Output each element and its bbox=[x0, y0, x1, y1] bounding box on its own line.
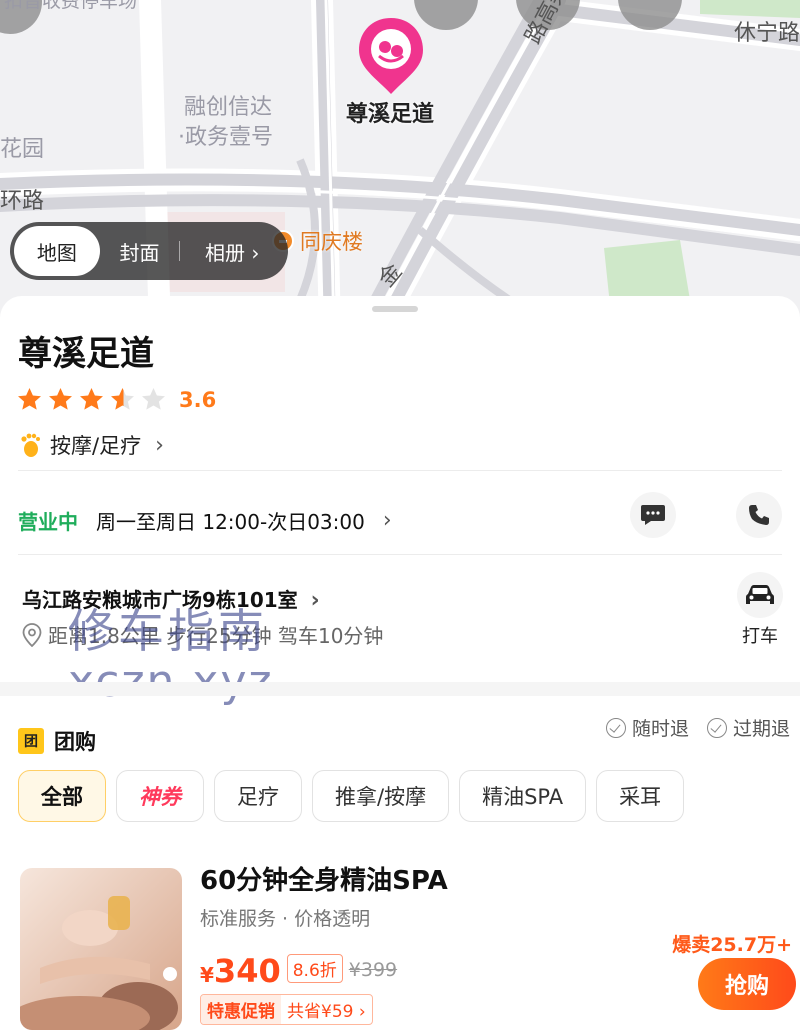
guarantee-label: 过期退 bbox=[732, 718, 790, 740]
location-icon bbox=[22, 622, 42, 647]
deal-image[interactable] bbox=[20, 868, 182, 1030]
guarantee-expired-refund: 过期退 bbox=[706, 714, 790, 741]
group-buy-title: 团购 bbox=[54, 730, 96, 754]
chip-foot-therapy[interactable]: 足疗 bbox=[214, 770, 302, 822]
deal-title[interactable]: 60分钟全身精油SPA bbox=[200, 860, 448, 897]
chevron-right-icon: › bbox=[155, 432, 164, 458]
star-full-icon bbox=[18, 388, 41, 410]
phone-button[interactable] bbox=[736, 492, 782, 538]
refund-guarantees: 随时退 过期退 bbox=[605, 714, 790, 741]
map-label-parking: 扣音收费停车场 bbox=[4, 0, 138, 12]
rating-row: 3.6 bbox=[16, 386, 216, 413]
foot-icon bbox=[21, 433, 40, 457]
rating-score: 3.6 bbox=[179, 387, 217, 412]
shop-address[interactable]: 乌江路安粮城市广场9栋101室 › bbox=[22, 584, 320, 613]
open-status: 营业中 bbox=[18, 510, 78, 534]
check-circle-icon bbox=[706, 717, 727, 738]
star-empty-icon bbox=[142, 388, 165, 410]
map-view-toggle: 地图 封面 相册 › bbox=[10, 222, 288, 280]
taxi-button[interactable]: 打车 bbox=[732, 572, 788, 648]
promo-savings: 共省¥59 › bbox=[287, 1002, 366, 1022]
toggle-map[interactable]: 地图 bbox=[14, 226, 100, 276]
map-label-ring-road: 环路 bbox=[0, 189, 45, 214]
chip-ear-cleaning[interactable]: 采耳 bbox=[596, 770, 685, 822]
shop-location-pin-icon[interactable] bbox=[356, 16, 426, 96]
distance-text: 距离1.8公里 步行25分钟 驾车10分钟 bbox=[48, 624, 384, 648]
chevron-right-icon: › bbox=[382, 508, 392, 533]
opening-hours: 周一至周日 12:00-次日03:00 bbox=[96, 510, 365, 534]
check-circle-icon bbox=[605, 717, 626, 738]
category-label: 按摩/足疗 bbox=[50, 434, 142, 458]
price-value: 340 bbox=[213, 952, 281, 990]
chat-icon bbox=[641, 505, 665, 525]
phone-icon bbox=[749, 505, 769, 525]
car-icon bbox=[746, 585, 774, 604]
promo-tag[interactable]: 特惠促销 共省¥59 › bbox=[200, 994, 373, 1025]
drag-handle[interactable] bbox=[372, 306, 418, 312]
chip-oil-spa[interactable]: 精油SPA bbox=[459, 770, 587, 822]
original-price: ¥399 bbox=[348, 959, 398, 981]
toggle-album[interactable]: 相册 › bbox=[180, 226, 284, 276]
deal-subtitle: 标准服务 · 价格透明 bbox=[200, 908, 371, 930]
business-hours-row[interactable]: 营业中 周一至周日 12:00-次日03:00 › bbox=[18, 506, 392, 535]
star-half-icon bbox=[111, 388, 134, 410]
deal-price: ¥340 bbox=[200, 952, 281, 990]
address-text: 乌江路安粮城市广场9栋101室 bbox=[22, 588, 298, 612]
shop-info-card: 尊溪足道 3.6 按摩/足疗 › 营业中 周一至周日 12:00-次日03:00… bbox=[0, 296, 800, 1036]
deal-filter-chips: 全部 神券 足疗 推拿/按摩 精油SPA 采耳 bbox=[18, 770, 685, 822]
map-view[interactable]: 扣音收费停车场 休宁路 路高架 融创信达 ·政务壹号 花园 环路 金 尊溪足道 … bbox=[0, 0, 800, 330]
buy-button[interactable]: 抢购 bbox=[698, 958, 796, 1010]
spa-photo bbox=[20, 868, 182, 1030]
group-buy-badge: 团 bbox=[18, 728, 44, 754]
group-buy-header: 团 团购 bbox=[18, 726, 96, 756]
map-label-xiuning-road: 休宁路 bbox=[734, 21, 800, 46]
message-button[interactable] bbox=[630, 492, 676, 538]
divider bbox=[18, 554, 782, 555]
price-row: ¥340 8.6折 ¥399 bbox=[200, 952, 397, 990]
category-link[interactable]: 按摩/足疗 › bbox=[18, 430, 164, 460]
toggle-cover[interactable]: 封面 bbox=[100, 226, 180, 276]
distance-info: 距离1.8公里 步行25分钟 驾车10分钟 bbox=[22, 620, 383, 649]
star-full-icon bbox=[80, 388, 103, 410]
guarantee-label: 随时退 bbox=[631, 718, 689, 740]
chip-massage[interactable]: 推拿/按摩 bbox=[312, 770, 450, 822]
pin-shop-name: 尊溪足道 bbox=[346, 102, 435, 127]
map-label-garden: 花园 bbox=[0, 137, 45, 162]
guarantee-anytime-refund: 随时退 bbox=[605, 714, 689, 741]
discount-badge: 8.6折 bbox=[286, 954, 343, 983]
section-separator bbox=[0, 682, 800, 696]
map-label-complex-sub: ·政务壹号 bbox=[178, 125, 273, 150]
map-label-complex: 融创信达 bbox=[184, 95, 273, 120]
taxi-icon-wrap bbox=[737, 572, 783, 618]
promo-label: 特惠促销 bbox=[201, 995, 281, 1024]
chip-super-coupon[interactable]: 神券 bbox=[116, 770, 204, 822]
currency-symbol: ¥ bbox=[200, 963, 214, 987]
taxi-label: 打车 bbox=[742, 626, 778, 647]
sales-count: 爆卖25.7万+ bbox=[672, 934, 792, 956]
chevron-right-icon: › bbox=[310, 588, 320, 613]
divider bbox=[18, 470, 782, 471]
star-full-icon bbox=[49, 388, 72, 410]
chip-all[interactable]: 全部 bbox=[18, 770, 106, 822]
shop-title: 尊溪足道 bbox=[18, 334, 154, 374]
poi-label: 同庆楼 bbox=[300, 230, 363, 254]
